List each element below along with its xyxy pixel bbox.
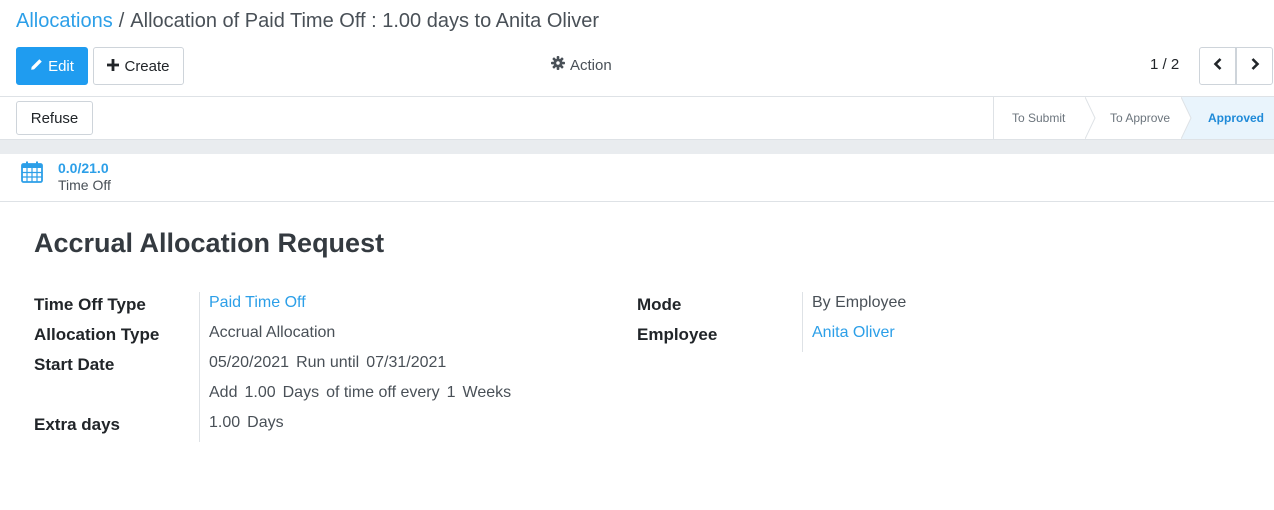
stage-approved[interactable]: Approved: [1182, 97, 1274, 139]
right-group-divider: [802, 292, 803, 352]
employee-value[interactable]: Anita Oliver: [812, 324, 895, 342]
allocation-type-value[interactable]: Accrual Allocation: [209, 324, 335, 342]
stage-to-submit-label: To Submit: [1012, 111, 1066, 125]
accrual-interval-unit-value[interactable]: Weeks: [463, 384, 512, 401]
accrual-every-label: of time off every: [326, 384, 440, 401]
extra-days-unit: Days: [247, 414, 284, 431]
pager-value[interactable]: 1 / 2: [1150, 56, 1179, 73]
pager-previous-button[interactable]: [1199, 47, 1236, 85]
employee-label: Employee: [637, 325, 718, 344]
accrual-row: Add 1.00 Days of time off every 1 Weeks: [209, 384, 511, 402]
stage-to-approve-label: To Approve: [1110, 111, 1171, 125]
left-group-divider: [199, 292, 200, 442]
pencil-icon: [30, 58, 43, 75]
create-button[interactable]: Create: [93, 47, 184, 85]
statusbar: Refuse To Submit To Approve Approved: [0, 97, 1274, 140]
start-date-row: 05/20/2021 Run until 07/31/2021: [209, 354, 446, 372]
stage-to-approve[interactable]: To Approve: [1086, 97, 1192, 139]
chevron-left-icon: [1213, 57, 1223, 75]
time-off-type-value[interactable]: Paid Time Off: [209, 294, 306, 312]
breadcrumb-separator: /: [118, 10, 125, 32]
allocation-type-label: Allocation Type: [34, 325, 160, 344]
stage-separator: [1085, 97, 1096, 139]
mode-value[interactable]: By Employee: [812, 294, 906, 312]
edit-button[interactable]: Edit: [16, 47, 88, 85]
extra-days-row: 1.00 Days: [209, 414, 284, 432]
extra-days-value[interactable]: 1.00: [209, 414, 240, 431]
breadcrumb: Allocations / Allocation of Paid Time Off …: [16, 10, 599, 33]
stage-separator: [1181, 97, 1192, 139]
mode-label: Mode: [637, 295, 682, 314]
create-button-label: Create: [124, 57, 170, 75]
start-date-value[interactable]: 05/20/2021: [209, 354, 289, 371]
refuse-button[interactable]: Refuse: [16, 101, 93, 135]
gear-icon: [551, 56, 565, 74]
stage-to-submit[interactable]: To Submit: [994, 97, 1096, 139]
breadcrumb-allocations-link[interactable]: Allocations: [16, 10, 113, 32]
chevron-right-icon: [1250, 57, 1260, 75]
status-stages: To Submit To Approve Approved: [993, 97, 1274, 139]
accrual-add-label: Add: [209, 384, 238, 401]
accrual-amount-value[interactable]: 1.00: [244, 384, 275, 401]
edit-button-label: Edit: [48, 57, 74, 75]
run-until-label: Run until: [296, 354, 360, 371]
run-until-value[interactable]: 07/31/2021: [366, 354, 446, 371]
smart-button-value: 0.0/21.0: [58, 160, 109, 176]
extra-days-label: Extra days: [34, 415, 120, 434]
stage-approved-label: Approved: [1208, 111, 1265, 125]
smart-button-text: 0.0/21.0 Time Off: [58, 160, 111, 194]
button-box: 0.0/21.0 Time Off: [0, 154, 1274, 202]
action-dropdown[interactable]: Action: [551, 56, 612, 74]
action-label: Action: [570, 56, 612, 74]
time-off-smart-button[interactable]: 0.0/21.0 Time Off: [20, 160, 111, 194]
start-date-label: Start Date: [34, 355, 115, 374]
time-off-type-label: Time Off Type: [34, 295, 146, 314]
accrual-unit-value[interactable]: Days: [283, 384, 319, 401]
pager-next-button[interactable]: [1236, 47, 1273, 85]
plus-icon: [107, 58, 120, 75]
breadcrumb-current: Allocation of Paid Time Off : 1.00 days …: [130, 10, 600, 32]
control-panel: Allocations / Allocation of Paid Time Off …: [0, 0, 1274, 97]
form-title: Accrual Allocation Request: [34, 228, 385, 258]
smart-button-label: Time Off: [58, 177, 111, 193]
form-background-band: [0, 140, 1274, 154]
accrual-interval-value[interactable]: 1: [447, 384, 456, 401]
calendar-icon: [20, 160, 44, 189]
